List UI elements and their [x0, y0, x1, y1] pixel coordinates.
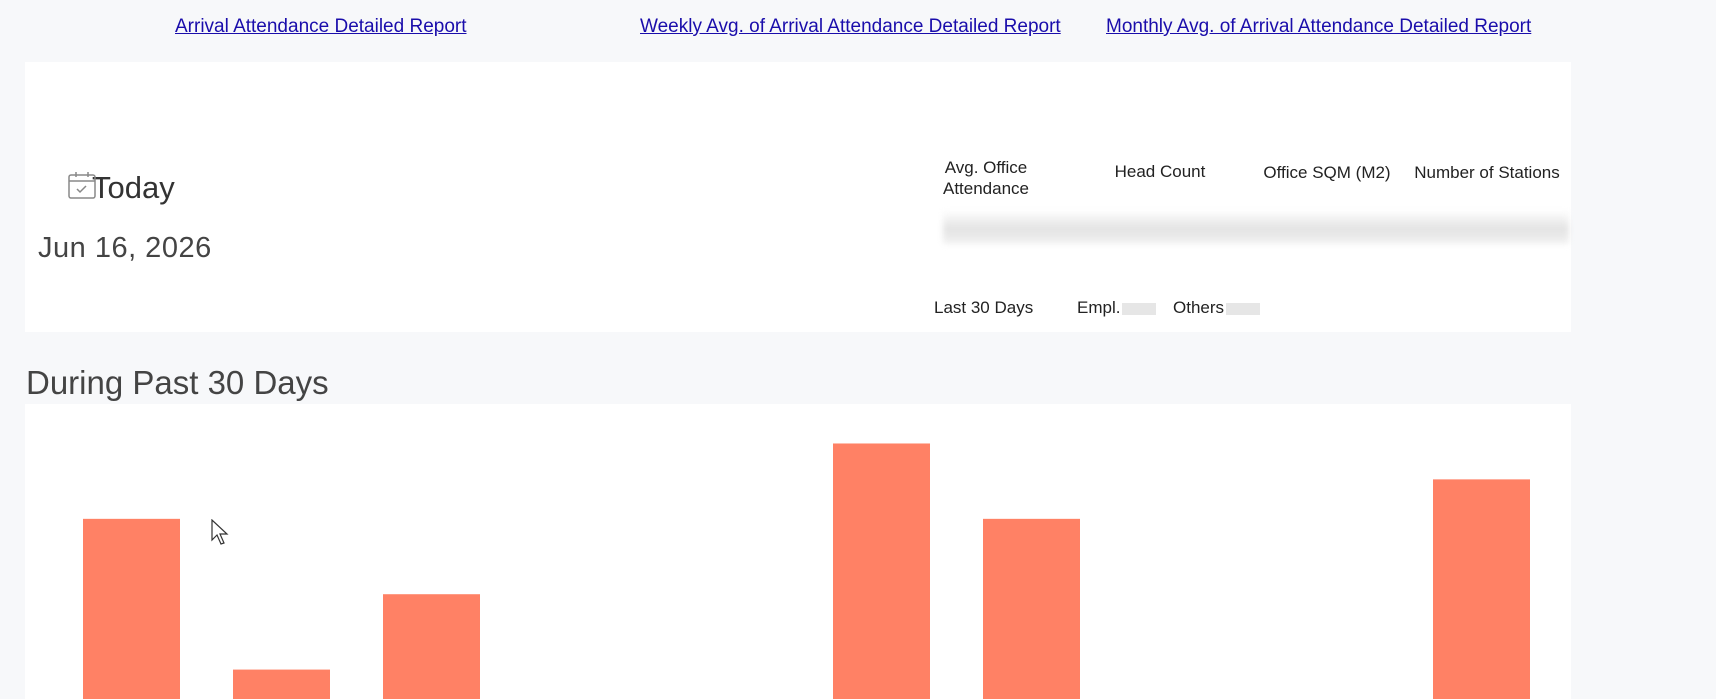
legend-period: Last 30 Days: [934, 298, 1034, 317]
mouse-cursor-icon: [211, 519, 229, 545]
legend-employees: Empl.: [1077, 298, 1157, 318]
section-title: During Past 30 Days: [26, 364, 329, 401]
legend-others-swatch: [1226, 302, 1261, 315]
arrival-attendance-report-link[interactable]: Arrival Attendance Detailed Report: [175, 16, 467, 38]
attendance-chart: [25, 404, 1571, 699]
bar-10[interactable]: [1433, 479, 1530, 699]
metric-office-sqm: Office SQM (M2): [1263, 163, 1391, 182]
metric-number-of-stations: Number of Stations: [1414, 163, 1560, 182]
summary-card: Today Jun 16, 2026 Avg. Office Attendanc…: [25, 62, 1571, 332]
attendance-bar-chart: [83, 443, 1530, 699]
metric-avg-office-attendance: Avg. Office Attendance: [942, 158, 1029, 198]
monthly-avg-report-link[interactable]: Monthly Avg. of Arrival Attendance Detai…: [1106, 16, 1531, 38]
legend-others: Others: [1173, 298, 1261, 318]
bar-1[interactable]: [83, 518, 180, 699]
legend-employees-label: Empl.: [1077, 298, 1121, 317]
metric-head-count: Head Count: [1114, 162, 1206, 181]
weekly-avg-report-link[interactable]: Weekly Avg. of Arrival Attendance Detail…: [640, 16, 1061, 38]
report-links: Arrival Attendance Detailed Report Weekl…: [0, 16, 1716, 40]
legend-employees-swatch: [1122, 302, 1157, 315]
bar-3[interactable]: [383, 594, 480, 699]
bar-6[interactable]: [833, 443, 930, 699]
bar-7[interactable]: [983, 518, 1080, 699]
current-date: Jun 16, 2026: [38, 232, 212, 264]
legend-others-label: Others: [1173, 298, 1225, 317]
today-heading: Today: [67, 170, 175, 206]
bar-2[interactable]: [233, 669, 330, 699]
calendar-icon: [68, 172, 96, 199]
metric-values-redacted: [943, 210, 1569, 244]
